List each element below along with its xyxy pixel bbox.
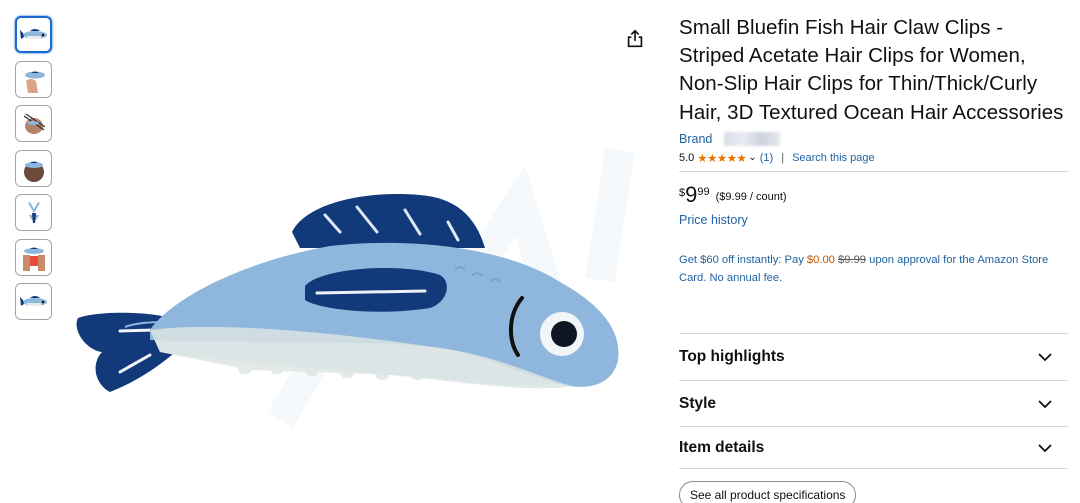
thumbnail-1[interactable] bbox=[15, 16, 52, 53]
fish-clip-side-thumb-2-icon bbox=[19, 295, 47, 306]
fish-clip-top-thumb-icon bbox=[27, 201, 40, 223]
brand-name-redacted[interactable] bbox=[724, 131, 781, 146]
rating-row: 5.0 ★★★★★ ⌄ (1) | Search this page bbox=[679, 150, 1069, 166]
share-icon[interactable] bbox=[624, 28, 646, 50]
price-fraction: 99 bbox=[697, 185, 710, 198]
accordion-top-highlights[interactable]: Top highlights bbox=[679, 333, 1068, 380]
fish-hair-clip-image bbox=[76, 147, 635, 428]
chevron-down-icon bbox=[1038, 443, 1052, 452]
chevron-down-icon bbox=[1038, 400, 1052, 409]
thumbnail-3[interactable] bbox=[15, 105, 52, 142]
chevron-down-icon bbox=[1038, 353, 1052, 362]
price: $ 9 99 ($9.99 / count) bbox=[679, 181, 1069, 208]
thumbnail-5[interactable] bbox=[15, 194, 52, 231]
thumbnail-6[interactable] bbox=[15, 238, 52, 276]
main-product-image[interactable] bbox=[60, 20, 660, 503]
promo-pay-amount: $0.00 bbox=[806, 253, 835, 266]
fish-clip-hair-thumb-icon bbox=[23, 161, 44, 182]
accordion-item-details[interactable]: Item details bbox=[679, 426, 1068, 469]
star-rating-icon[interactable]: ★★★★★ bbox=[697, 151, 747, 165]
thumbnail-7[interactable] bbox=[15, 283, 52, 320]
store-card-promo[interactable]: Get $60 off instantly: Pay $0.00 $9.99 u… bbox=[679, 251, 1049, 287]
brand-row: Brand bbox=[679, 131, 1069, 147]
thumbnail-4[interactable] bbox=[15, 149, 52, 187]
promo-text: Get $60 off instantly: Pay bbox=[679, 253, 807, 266]
search-this-page-link[interactable]: Search this page bbox=[792, 152, 875, 164]
rating-value: 5.0 bbox=[679, 151, 695, 164]
rating-count-link[interactable]: (1) bbox=[760, 152, 773, 164]
separator: | bbox=[781, 151, 785, 164]
accordion-label: Item details bbox=[679, 438, 765, 456]
fish-clip-hands-thumb-icon bbox=[22, 247, 45, 271]
see-all-specifications-button[interactable]: See all product specifications bbox=[679, 481, 857, 503]
thumbnail-2[interactable] bbox=[15, 60, 52, 98]
accordion-style[interactable]: Style bbox=[679, 380, 1068, 427]
brand-link[interactable]: Brand bbox=[679, 132, 712, 146]
thumbnail-list bbox=[15, 16, 53, 328]
product-details: Small Bluefin Fish Hair Claw Clips - Str… bbox=[679, 14, 1069, 287]
fish-clip-chopsticks-thumb-icon bbox=[23, 112, 45, 134]
product-title: Small Bluefin Fish Hair Claw Clips - Str… bbox=[679, 16, 1064, 124]
fish-clip-hand-thumb-icon bbox=[24, 71, 45, 93]
divider bbox=[679, 170, 1069, 172]
unit-price: ($9.99 / count) bbox=[715, 190, 787, 203]
chevron-down-icon[interactable]: ⌄ bbox=[748, 152, 756, 163]
accordion-label: Top highlights bbox=[679, 348, 785, 365]
promo-strike-price: $9.99 bbox=[838, 253, 867, 266]
price-history-link[interactable]: Price history bbox=[679, 213, 1069, 227]
accordion-label: Style bbox=[679, 395, 717, 412]
fish-clip-side-thumb-icon bbox=[19, 28, 47, 39]
price-whole: 9 bbox=[685, 181, 698, 207]
